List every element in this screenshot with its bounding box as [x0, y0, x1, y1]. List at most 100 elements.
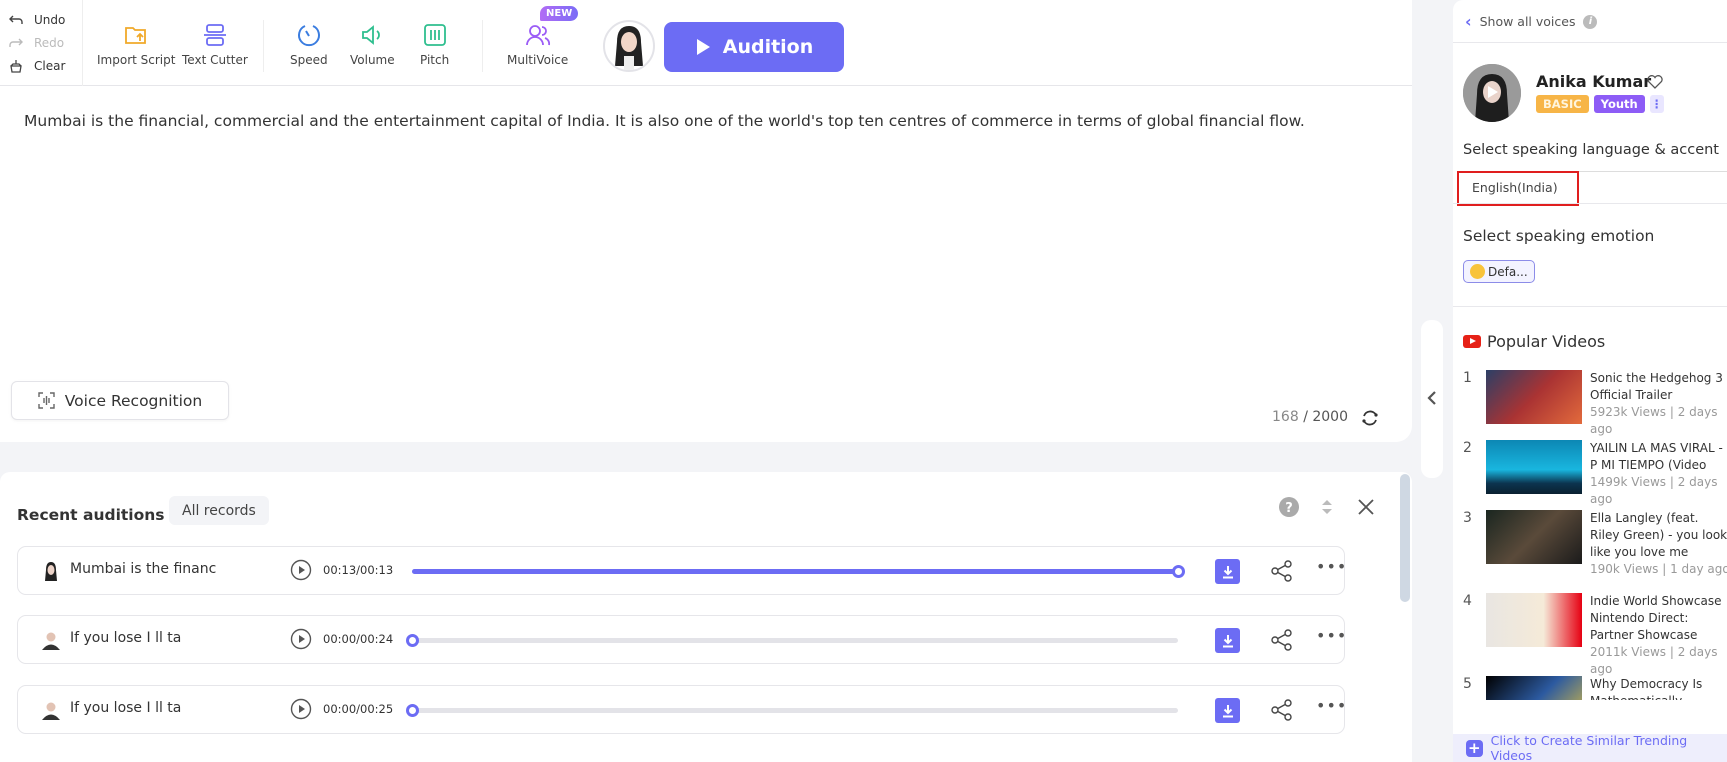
popular-videos-list: 1 Sonic the Hedgehog 3 Official Trailer 59…: [1453, 360, 1727, 700]
video-title[interactable]: Indie World Showcase Nintendo Direct: Pa…: [1590, 593, 1727, 644]
import-script-button[interactable]: Import Script: [97, 22, 175, 67]
scrollbar-thumb[interactable]: [1400, 474, 1410, 602]
share-icon[interactable]: [1270, 698, 1294, 722]
speed-button[interactable]: Speed: [290, 22, 328, 67]
undo-icon: [9, 15, 23, 24]
play-icon[interactable]: [290, 559, 312, 581]
audition-name: If you lose I ll ta: [70, 700, 182, 716]
emotion-chip-default[interactable]: Defa...: [1463, 260, 1535, 283]
share-icon[interactable]: [1270, 628, 1294, 652]
chevron-left-icon: [1427, 391, 1436, 405]
video-title[interactable]: YAILIN LA MAS VIRAL - P MI TIEMPO (Video…: [1590, 440, 1727, 474]
show-all-voices-link[interactable]: ‹ Show all voices i: [1465, 12, 1598, 31]
language-select[interactable]: English(India): [1457, 171, 1727, 206]
close-icon[interactable]: [1356, 496, 1376, 518]
multivoice-label: MultiVoice: [507, 53, 569, 67]
redo-button[interactable]: Redo: [8, 31, 80, 54]
divider: [1453, 306, 1727, 307]
audition-row[interactable]: If you lose I ll ta 00:00/00:25 •••: [17, 685, 1347, 734]
divider: [263, 20, 264, 72]
play-icon: [696, 39, 710, 55]
download-icon: [1222, 565, 1233, 578]
woman-avatar-icon: [615, 26, 643, 70]
refresh-icon[interactable]: [1360, 408, 1380, 428]
video-thumbnail[interactable]: [1486, 593, 1582, 647]
info-icon[interactable]: i: [1583, 14, 1598, 29]
app-root: Undo Redo Clear Import Script Text Cutte…: [0, 0, 1727, 762]
multivoice-button[interactable]: MultiVoice: [507, 22, 568, 67]
speed-gauge-icon: [297, 25, 320, 47]
volume-button[interactable]: Volume: [350, 22, 395, 67]
video-info: Why Democracy Is Mathematically Impossib…: [1590, 676, 1727, 700]
video-rank: 5: [1463, 676, 1472, 692]
more-options-icon[interactable]: •••: [1316, 626, 1347, 645]
video-thumbnail[interactable]: [1486, 370, 1582, 424]
recent-auditions-panel: Recent auditions All records ? Mumbai is…: [0, 472, 1412, 762]
import-script-label: Import Script: [97, 53, 176, 67]
voice-avatar-icon: [42, 632, 60, 650]
audition-row[interactable]: If you lose I ll ta 00:00/00:24 •••: [17, 615, 1347, 664]
text-cutter-icon: [203, 24, 226, 46]
voice-badges: BASIC Youth ⋮: [1536, 95, 1664, 113]
download-button[interactable]: [1215, 698, 1240, 723]
more-vertical-icon[interactable]: ⋮: [1649, 95, 1664, 113]
progress-knob[interactable]: [406, 704, 419, 717]
script-text-area[interactable]: Mumbai is the financial, commercial and …: [24, 110, 1384, 132]
progress-track[interactable]: [406, 704, 1178, 717]
video-thumbnail[interactable]: [1486, 510, 1582, 564]
undo-button[interactable]: Undo: [8, 8, 80, 31]
play-icon[interactable]: [290, 698, 312, 720]
audition-row[interactable]: Mumbai is the financ 00:13/00:13 •••: [17, 546, 1347, 595]
toolbar: Undo Redo Clear Import Script Text Cutte…: [0, 0, 1412, 86]
video-thumbnail[interactable]: [1486, 676, 1582, 700]
video-info: Sonic the Hedgehog 3 Official Trailer 592…: [1590, 370, 1727, 438]
pitch-button[interactable]: Pitch: [420, 22, 449, 67]
audition-time: 00:00/00:24: [323, 632, 394, 646]
download-button[interactable]: [1215, 559, 1240, 584]
progress-track[interactable]: [406, 634, 1178, 647]
text-cutter-button[interactable]: Text Cutter: [182, 22, 248, 67]
equalizer-icon: [423, 24, 446, 46]
help-icon[interactable]: ?: [1278, 496, 1300, 518]
progress-knob[interactable]: [1172, 565, 1185, 578]
voice-settings-panel: ‹ Show all voices i Anika Kumar BASIC Yo…: [1453, 0, 1727, 762]
audition-button[interactable]: Audition: [664, 22, 844, 72]
download-icon: [1222, 704, 1233, 717]
speaker-icon: [362, 25, 381, 45]
create-similar-videos-button[interactable]: + Click to Create Similar Trending Video…: [1453, 733, 1727, 762]
speaker-avatar[interactable]: [1463, 64, 1521, 122]
collapse-panel-tab[interactable]: [1421, 320, 1443, 478]
voice-avatar-icon: [45, 562, 57, 581]
share-icon[interactable]: [1270, 559, 1294, 583]
video-rank: 3: [1463, 510, 1472, 526]
history-controls: Undo Redo Clear: [8, 8, 80, 77]
heart-icon[interactable]: [1646, 73, 1664, 91]
video-title[interactable]: Sonic the Hedgehog 3 Official Trailer: [1590, 370, 1727, 404]
youtube-icon: [1463, 335, 1481, 348]
all-records-button[interactable]: All records: [169, 496, 269, 525]
audition-time: 00:13/00:13: [323, 563, 394, 577]
undo-label: Undo: [34, 12, 66, 27]
video-info: Indie World Showcase Nintendo Direct: Pa…: [1590, 593, 1727, 678]
popular-videos-title: Popular Videos: [1487, 332, 1606, 351]
emotion-label: Select speaking emotion: [1463, 227, 1655, 245]
video-rank: 1: [1463, 370, 1472, 386]
progress-track[interactable]: [412, 565, 1185, 578]
progress-knob[interactable]: [406, 634, 419, 647]
expand-collapse-icon[interactable]: [1319, 496, 1335, 518]
voice-recognition-label: Voice Recognition: [64, 391, 203, 410]
text-cutter-label: Text Cutter: [182, 53, 248, 67]
svg-text:?: ?: [1285, 501, 1293, 516]
language-value[interactable]: English(India): [1472, 180, 1558, 195]
video-title[interactable]: Why Democracy Is Mathematically Impossib…: [1590, 676, 1727, 700]
clear-button[interactable]: Clear: [8, 54, 80, 77]
play-icon[interactable]: [290, 628, 312, 650]
audition-name: Mumbai is the financ: [70, 561, 217, 577]
voice-recognition-button[interactable]: Voice Recognition: [11, 381, 229, 420]
video-meta: 1499k Views | 2 days ago: [1590, 475, 1718, 506]
more-options-icon[interactable]: •••: [1316, 696, 1347, 715]
video-title[interactable]: Ella Langley (feat. Riley Green) - you l…: [1590, 510, 1727, 561]
more-options-icon[interactable]: •••: [1316, 557, 1347, 576]
video-thumbnail[interactable]: [1486, 440, 1582, 494]
download-button[interactable]: [1215, 628, 1240, 653]
